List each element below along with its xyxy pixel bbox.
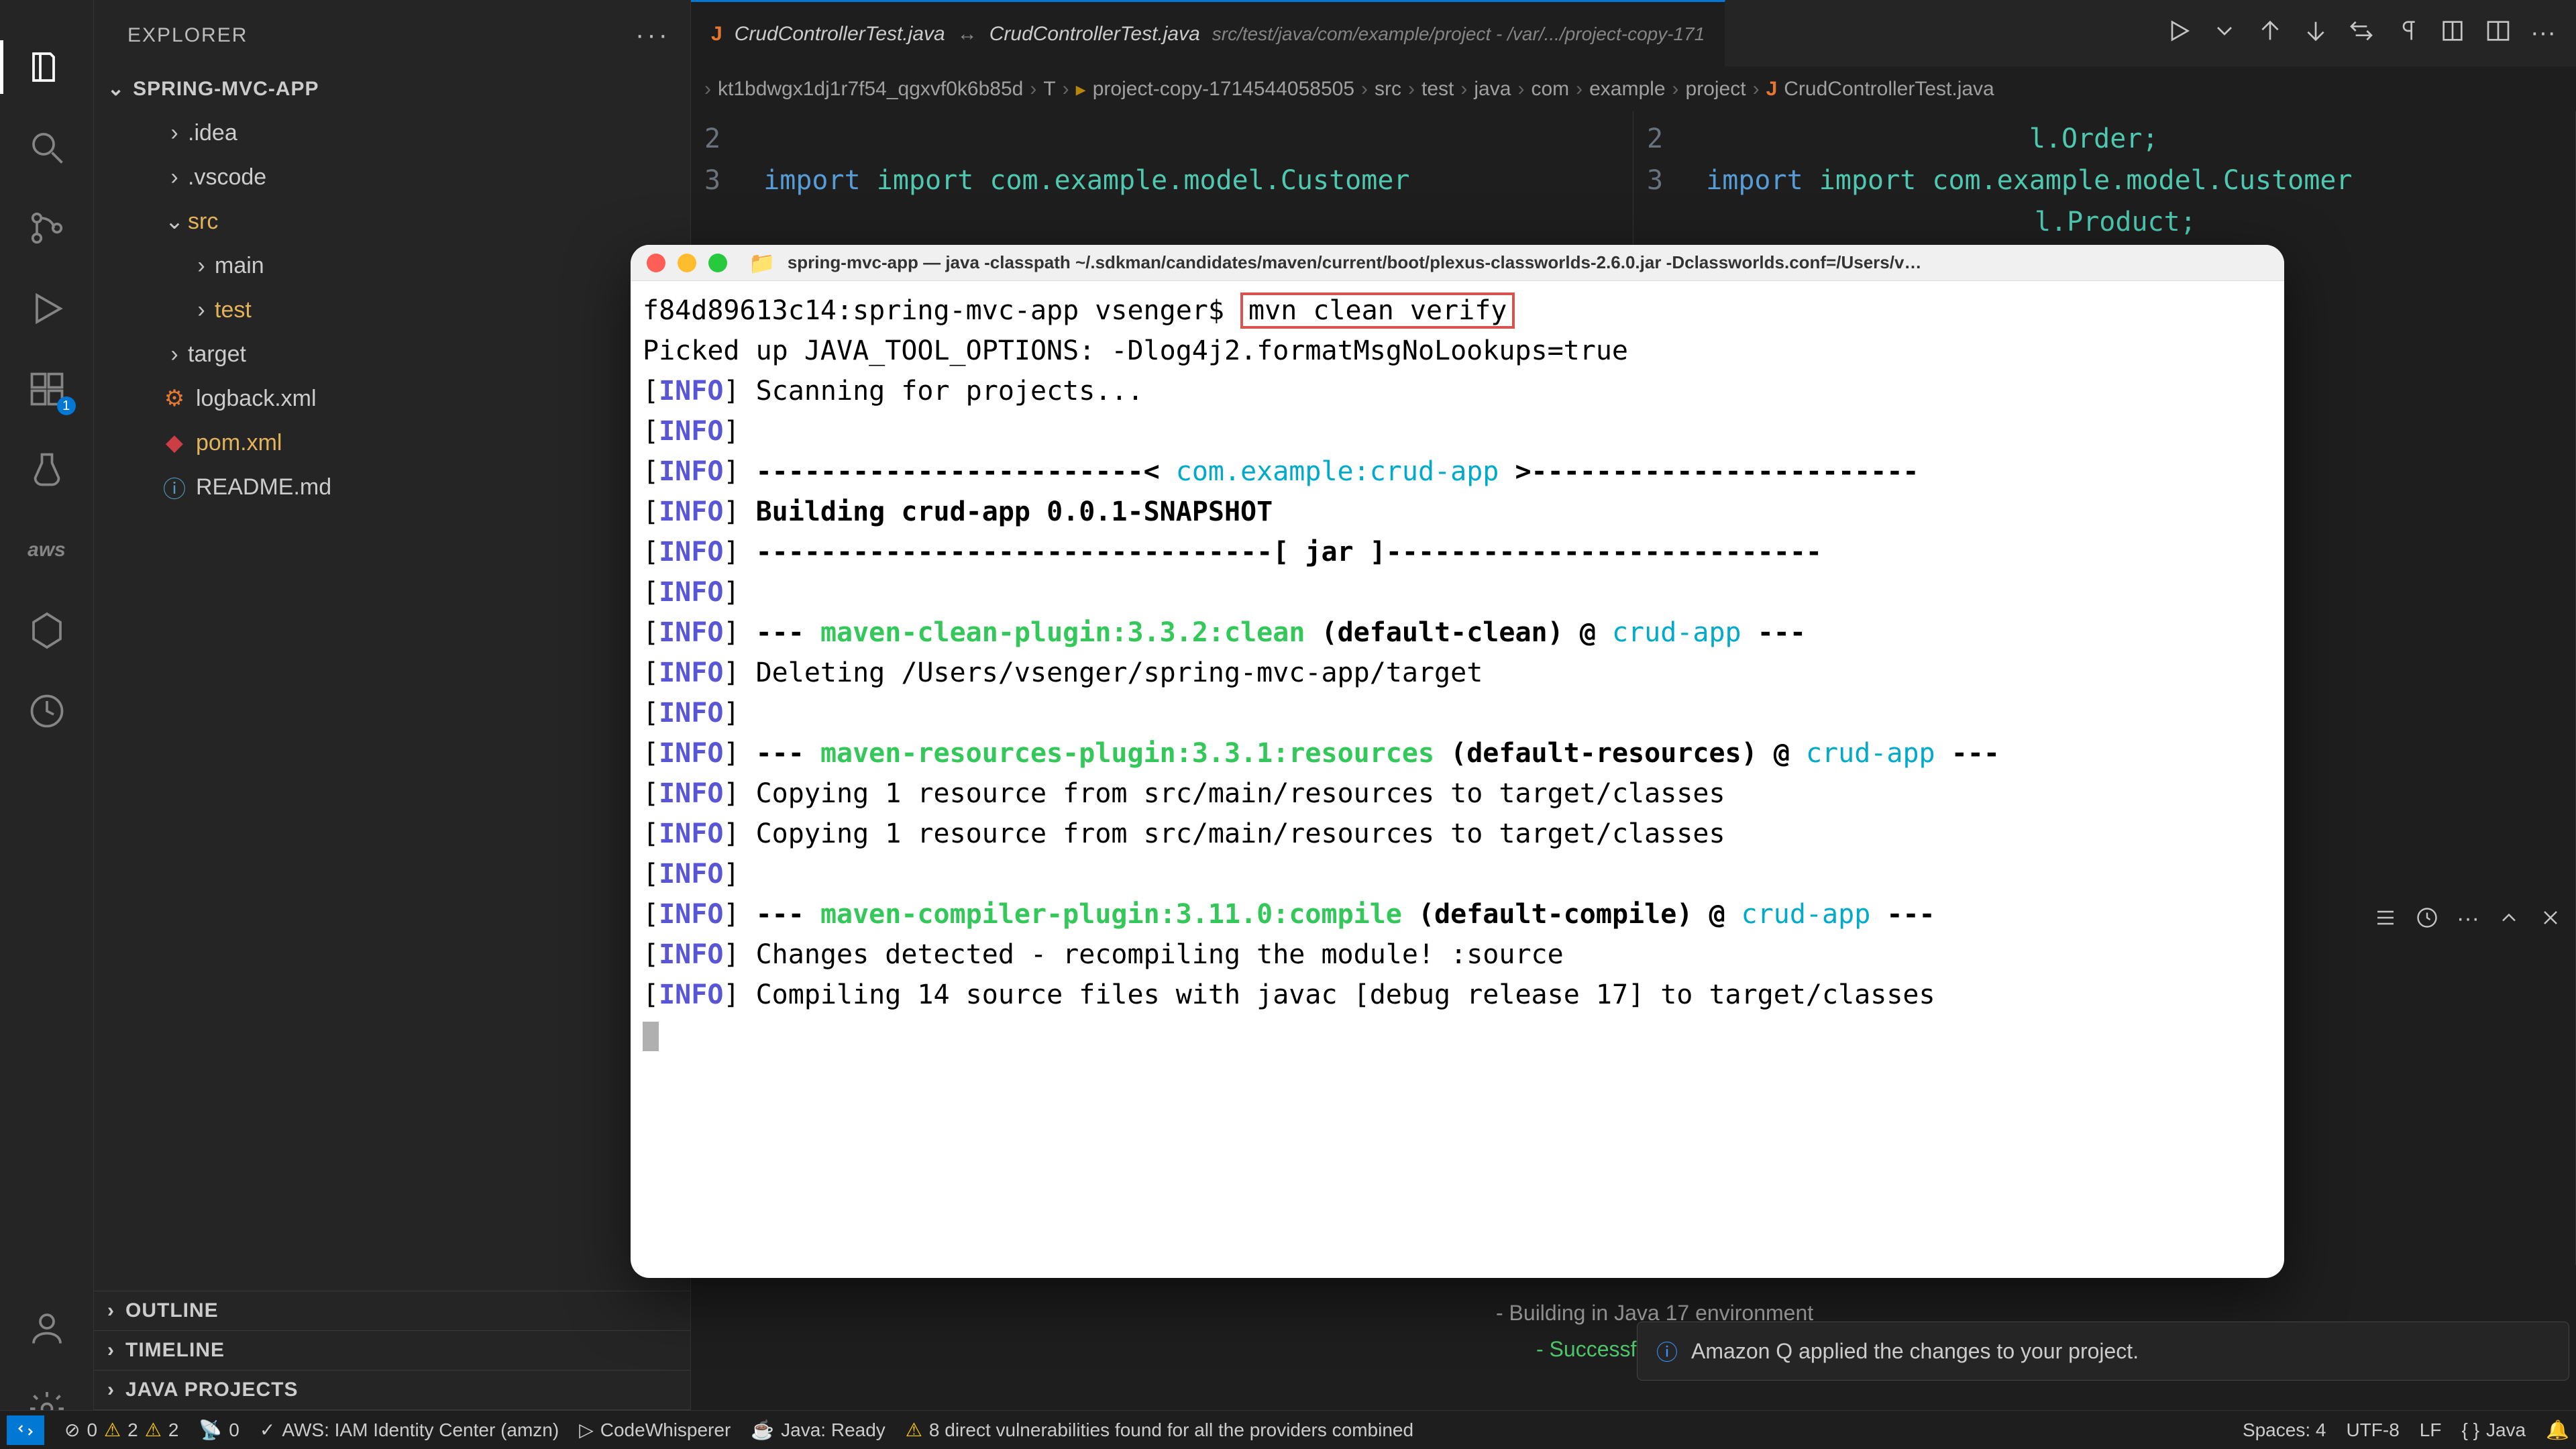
close-panel-icon[interactable] [2538, 906, 2563, 935]
tree-file-readme[interactable]: ⓘREADME.md [94, 465, 690, 509]
tab-bar: J CrudControllerTest.java ↔ CrudControll… [691, 0, 2576, 67]
tree-folder-src[interactable]: ⌄src [94, 199, 690, 244]
terminal-titlebar[interactable]: 📁 spring-mvc-app — java -classpath ~/.sd… [631, 245, 2284, 281]
terminal-body[interactable]: f84d89613c14:spring-mvc-app vsenger$ mvn… [631, 281, 2284, 1065]
traffic-lights [647, 254, 727, 272]
file-tree: ›.idea ›.vscode ⌄src ›main ›test ›target… [94, 107, 690, 1291]
explorer-icon[interactable] [23, 44, 70, 91]
notification-text: Amazon Q applied the changes to your pro… [1691, 1339, 2139, 1364]
notification-toast[interactable]: ⓘ Amazon Q applied the changes to your p… [1637, 1322, 2569, 1381]
problems-indicator[interactable]: ⊘0 ⚠2 ⚠2 [64, 1419, 178, 1441]
folder-icon: 📁 [749, 250, 775, 276]
tree-folder-target[interactable]: ›target [94, 332, 690, 376]
info-icon: ⓘ [1656, 1336, 1678, 1366]
more-icon[interactable]: ··· [2530, 19, 2556, 48]
java-status[interactable]: ☕Java: Ready [751, 1419, 885, 1441]
tree-file-pom[interactable]: ◆pom.xml [94, 421, 690, 465]
source-control-icon[interactable] [23, 205, 70, 252]
list-icon[interactable] [2373, 906, 2398, 935]
tab-file-right: CrudControllerTest.java [989, 23, 1200, 46]
split-icon[interactable] [2485, 17, 2512, 50]
status-bar: ⊘0 ⚠2 ⚠2 📡0 ✓AWS: IAM Identity Center (a… [0, 1410, 2576, 1449]
tree-file-logback[interactable]: ⚙logback.xml [94, 376, 690, 421]
zoom-window-icon[interactable] [708, 254, 727, 272]
section-timeline[interactable]: ›TIMELINE [94, 1330, 690, 1370]
tab-actions: ··· [2165, 0, 2576, 66]
book-icon[interactable] [2439, 17, 2466, 50]
sidebar: EXPLORER ··· ⌄ SPRING-MVC-APP ›.idea ›.v… [94, 0, 691, 1449]
eol-indicator[interactable]: LF [2420, 1419, 2442, 1441]
section-outline[interactable]: ›OUTLINE [94, 1291, 690, 1330]
close-window-icon[interactable] [647, 254, 665, 272]
diff-separator-icon: ↔ [957, 23, 977, 46]
explorer-more-icon[interactable]: ··· [635, 20, 670, 50]
remote-indicator[interactable] [7, 1415, 44, 1445]
terminal-title: spring-mvc-app — java -classpath ~/.sdkm… [788, 252, 1922, 273]
codewhisperer-status[interactable]: ▷CodeWhisperer [579, 1419, 731, 1441]
cursor-icon [643, 1022, 659, 1051]
aws-icon[interactable]: aws [23, 527, 70, 574]
arrow-down-icon[interactable] [2302, 17, 2329, 50]
activity-bar: 1 aws [0, 0, 94, 1449]
tree-folder-main[interactable]: ›main [94, 244, 690, 288]
ports-indicator[interactable]: 📡0 [199, 1419, 239, 1441]
extensions-icon[interactable]: 1 [23, 366, 70, 413]
history-icon[interactable] [2415, 906, 2439, 935]
encoding-indicator[interactable]: UTF-8 [2346, 1419, 2399, 1441]
pilcrow-icon[interactable] [2394, 17, 2420, 50]
tab-path: src/test/java/com/example/project - /var… [1212, 23, 1705, 45]
project-name: SPRING-MVC-APP [133, 78, 319, 101]
breadcrumb[interactable]: ›kt1bdwgx1dj1r7f54_qgxvf0k6b85d ›T ›▸pro… [691, 67, 2576, 111]
aws-status[interactable]: ✓AWS: IAM Identity Center (amzn) [260, 1419, 559, 1441]
terminal-window: 📁 spring-mvc-app — java -classpath ~/.sd… [631, 245, 2284, 1278]
testing-icon[interactable] [23, 446, 70, 493]
chevron-down-icon: ⌄ [107, 77, 125, 101]
java-file-icon: J [1766, 78, 1778, 101]
section-javaprojects[interactable]: ›JAVA PROJECTS [94, 1370, 690, 1409]
swap-icon[interactable] [2348, 17, 2375, 50]
more-panel-icon[interactable]: ··· [2457, 906, 2479, 935]
vulnerabilities-status[interactable]: ⚠8 direct vulnerabilities found for all … [906, 1419, 1413, 1441]
run-debug-icon[interactable] [23, 285, 70, 332]
explorer-title: EXPLORER [127, 24, 248, 47]
folder-icon: ▸ [1076, 78, 1086, 101]
tree-folder-vscode[interactable]: ›.vscode [94, 155, 690, 199]
sidebar-header: EXPLORER ··· [94, 0, 690, 70]
search-icon[interactable] [23, 124, 70, 171]
spaces-indicator[interactable]: Spaces: 4 [2243, 1419, 2326, 1441]
bell-icon[interactable]: 🔔 [2546, 1419, 2569, 1441]
lang-indicator[interactable]: { }Java [2461, 1419, 2526, 1441]
run-chevron-icon[interactable] [2211, 17, 2238, 50]
tab-diff[interactable]: J CrudControllerTest.java ↔ CrudControll… [691, 0, 1725, 66]
project-header[interactable]: ⌄ SPRING-MVC-APP [94, 70, 690, 107]
extensions-badge: 1 [57, 396, 76, 415]
tree-folder-test[interactable]: ›test [94, 288, 690, 332]
arrow-up-icon[interactable] [2257, 17, 2284, 50]
chevron-up-icon[interactable] [2497, 906, 2521, 935]
tab-file-left: CrudControllerTest.java [735, 23, 945, 46]
hexagon-icon[interactable] [23, 607, 70, 654]
highlighted-command: mvn clean verify [1240, 292, 1515, 329]
java-file-icon: J [711, 23, 722, 46]
run-icon[interactable] [2165, 17, 2192, 50]
panel-toolbar: ··· [2373, 906, 2563, 935]
minimize-window-icon[interactable] [678, 254, 696, 272]
gitlens-icon[interactable] [23, 688, 70, 735]
account-icon[interactable] [23, 1305, 70, 1352]
tree-folder-idea[interactable]: ›.idea [94, 111, 690, 155]
